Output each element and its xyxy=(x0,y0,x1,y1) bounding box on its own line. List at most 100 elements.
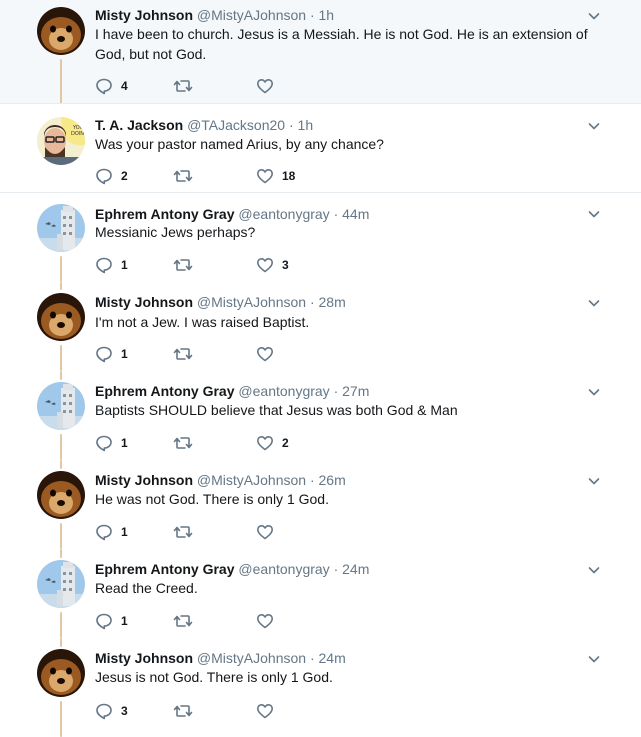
retweet-button[interactable] xyxy=(173,344,201,364)
user-handle[interactable]: @MistyAJohnson xyxy=(197,294,306,310)
tweet[interactable]: Ephrem Antony Gray @eantonygray · 27m Ba… xyxy=(0,371,641,460)
display-name[interactable]: Ephrem Antony Gray xyxy=(95,206,235,222)
tweet-text: I have been to church. Jesus is a Messia… xyxy=(95,26,588,62)
display-name[interactable]: Misty Johnson xyxy=(95,294,193,310)
like-button[interactable] xyxy=(256,611,282,631)
user-handle[interactable]: @eantonygray xyxy=(238,206,329,222)
timestamp[interactable]: 26m xyxy=(319,472,346,488)
like-button[interactable] xyxy=(256,701,282,721)
chevron-down-icon[interactable] xyxy=(586,473,602,489)
reply-button[interactable]: 1 xyxy=(95,344,128,364)
display-name[interactable]: Misty Johnson xyxy=(95,650,193,666)
retweet-icon xyxy=(173,526,193,538)
user-handle[interactable]: @MistyAJohnson xyxy=(197,472,306,488)
display-name[interactable]: Ephrem Antony Gray xyxy=(95,383,235,399)
like-button[interactable]: 2 xyxy=(256,433,289,453)
tweet-header: Ephrem Antony Gray @eantonygray · 44m xyxy=(95,205,369,223)
chevron-down-icon[interactable] xyxy=(586,295,602,311)
tweet[interactable]: Misty Johnson @MistyAJohnson · 28m I'm n… xyxy=(0,282,641,371)
tweet[interactable]: Misty Johnson @MistyAJohnson · 1h I have… xyxy=(0,0,641,104)
tweet[interactable]: Misty Johnson @MistyAJohnson · 26m He wa… xyxy=(0,460,641,549)
like-count: 18 xyxy=(282,169,296,183)
reply-icon xyxy=(96,435,112,452)
avatar[interactable] xyxy=(37,204,85,252)
like-icon xyxy=(257,525,273,540)
timestamp[interactable]: 44m xyxy=(342,206,369,222)
like-button[interactable]: 18 xyxy=(256,166,295,186)
chevron-down-icon[interactable] xyxy=(586,206,602,222)
timestamp[interactable]: 1h xyxy=(298,117,314,133)
avatar[interactable]: YOU'RE DOING xyxy=(37,117,85,165)
thread-connector xyxy=(60,371,62,380)
user-handle[interactable]: @MistyAJohnson xyxy=(197,650,306,666)
like-button[interactable]: 3 xyxy=(256,255,289,275)
like-count: 2 xyxy=(282,436,289,450)
reply-count: 3 xyxy=(121,704,128,718)
reply-button[interactable]: 1 xyxy=(95,433,128,453)
separator-dot: · xyxy=(309,7,315,23)
reply-button[interactable]: 2 xyxy=(95,166,128,186)
user-handle[interactable]: @eantonygray xyxy=(238,383,329,399)
reply-button[interactable]: 4 xyxy=(95,76,128,96)
tweet[interactable]: YOU'RE DOING T. A. Jackson @TAJackson20 … xyxy=(0,104,641,193)
avatar[interactable] xyxy=(37,471,85,519)
reply-button[interactable]: 1 xyxy=(95,611,128,631)
reply-button[interactable]: 3 xyxy=(95,701,128,721)
chevron-down-icon[interactable] xyxy=(586,562,602,578)
tweet[interactable]: Misty Johnson @MistyAJohnson · 24m Jesus… xyxy=(0,638,641,737)
like-button[interactable] xyxy=(256,76,282,96)
chevron-down-icon[interactable] xyxy=(586,651,602,667)
thread-connector xyxy=(60,282,62,290)
reply-count: 1 xyxy=(121,614,128,628)
separator-dot: · xyxy=(333,561,339,577)
display-name[interactable]: Misty Johnson xyxy=(95,472,193,488)
retweet-button[interactable] xyxy=(173,433,201,453)
user-handle[interactable]: @MistyAJohnson xyxy=(197,7,306,23)
user-handle[interactable]: @TAJackson20 xyxy=(187,117,285,133)
thread-connector xyxy=(60,638,62,647)
reply-icon xyxy=(96,524,112,541)
like-button[interactable] xyxy=(256,522,282,542)
timestamp[interactable]: 1h xyxy=(319,7,335,23)
retweet-button[interactable] xyxy=(173,701,201,721)
like-button[interactable] xyxy=(256,344,282,364)
retweet-button[interactable] xyxy=(173,611,201,631)
retweet-button[interactable] xyxy=(173,166,201,186)
display-name[interactable]: Ephrem Antony Gray xyxy=(95,561,235,577)
tweet-header: Ephrem Antony Gray @eantonygray · 24m xyxy=(95,560,369,578)
like-icon xyxy=(257,169,273,184)
avatar[interactable] xyxy=(37,560,85,608)
retweet-button[interactable] xyxy=(173,255,201,275)
user-handle[interactable]: @eantonygray xyxy=(238,561,329,577)
thread-connector xyxy=(60,256,62,282)
like-icon xyxy=(257,436,273,451)
like-icon xyxy=(257,704,273,719)
avatar[interactable] xyxy=(37,7,85,55)
timestamp[interactable]: 27m xyxy=(342,383,369,399)
reply-button[interactable]: 1 xyxy=(95,255,128,275)
display-name[interactable]: Misty Johnson xyxy=(95,7,193,23)
thread-connector xyxy=(60,59,62,104)
chevron-down-icon[interactable] xyxy=(586,384,602,400)
chevron-down-icon[interactable] xyxy=(586,8,602,24)
reply-count: 2 xyxy=(121,169,128,183)
tweet[interactable]: Ephrem Antony Gray @eantonygray · 24m Re… xyxy=(0,549,641,638)
tweet-header: T. A. Jackson @TAJackson20 · 1h xyxy=(95,116,313,134)
retweet-icon xyxy=(173,80,193,92)
tweet[interactable]: Ephrem Antony Gray @eantonygray · 44m Me… xyxy=(0,193,641,282)
tweet-header: Ephrem Antony Gray @eantonygray · 27m xyxy=(95,382,369,400)
avatar[interactable] xyxy=(37,382,85,430)
reply-button[interactable]: 1 xyxy=(95,522,128,542)
timestamp[interactable]: 24m xyxy=(342,561,369,577)
chevron-down-icon[interactable] xyxy=(586,118,602,134)
retweet-button[interactable] xyxy=(173,522,201,542)
retweet-button[interactable] xyxy=(173,76,201,96)
display-name[interactable]: T. A. Jackson xyxy=(95,117,183,133)
reply-icon xyxy=(96,703,112,720)
timestamp[interactable]: 28m xyxy=(319,294,346,310)
avatar[interactable] xyxy=(37,293,85,341)
timestamp[interactable]: 24m xyxy=(319,650,346,666)
reply-icon xyxy=(96,78,112,95)
separator-dot: · xyxy=(309,472,315,488)
avatar[interactable] xyxy=(37,649,85,697)
